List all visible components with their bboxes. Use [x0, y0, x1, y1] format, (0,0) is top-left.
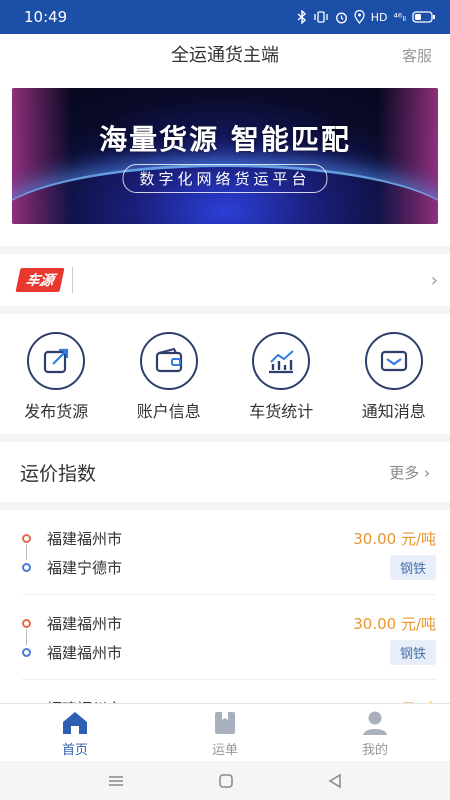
message-icon — [364, 332, 423, 390]
chevron-right-icon: › — [430, 269, 438, 291]
destination-dot-icon — [22, 563, 31, 572]
quick-action-stats[interactable]: 车货统计 — [225, 332, 338, 434]
vibrate-icon — [314, 11, 328, 23]
cargo-badge: 钢铁 — [389, 640, 436, 665]
banner-container: 海量货源 智能匹配 数字化网络货运平台 — [0, 74, 450, 246]
quick-action-label: 账户信息 — [136, 402, 201, 421]
freight-index-title: 运价指数 — [20, 462, 97, 485]
system-nav-bar — [0, 761, 450, 800]
route-connector — [26, 629, 27, 645]
route-connector — [26, 544, 27, 560]
menu-icon[interactable] — [107, 774, 125, 788]
route-price: 30.00 元/吨 — [353, 530, 436, 548]
hd-indicator: HD — [370, 10, 388, 24]
home-button-icon[interactable] — [218, 773, 234, 789]
tab-home[interactable]: 首页 — [0, 704, 150, 761]
status-time: 10:49 — [24, 8, 68, 26]
route-item[interactable]: 福建福州市 30.00 元/吨 福建宁德市 钢铁 — [22, 510, 436, 595]
quick-action-publish[interactable]: 发布货源 — [0, 332, 113, 434]
freight-index-more-link[interactable]: 更多 › — [389, 462, 430, 483]
quick-action-account[interactable]: 账户信息 — [113, 332, 226, 434]
bluetooth-icon — [297, 10, 306, 24]
origin-dot-icon — [22, 619, 31, 628]
route-list: 福建福州市 30.00 元/吨 福建宁德市 钢铁 福建福州市 30.00 元/吨… — [0, 510, 450, 735]
route-item[interactable]: 福建福州市 30.00 元/吨 福建福州市 钢铁 — [22, 595, 436, 680]
route-origin: 福建福州市 — [47, 615, 123, 633]
battery-icon — [412, 11, 435, 23]
location-icon — [354, 10, 365, 24]
network-indicator: ⁴⁶ₗₗ — [393, 10, 406, 24]
tab-waybill[interactable]: 运单 — [150, 704, 300, 761]
tab-profile[interactable]: 我的 — [300, 704, 450, 761]
car-source-row[interactable]: 车源 › — [0, 254, 450, 306]
profile-icon — [363, 711, 387, 735]
status-bar: 10:49 HD ⁴⁶ₗₗ — [0, 0, 450, 34]
quick-action-label: 通知消息 — [361, 402, 426, 421]
route-destination: 福建福州市 — [47, 644, 123, 662]
bottom-tab-bar: 首页 运单 我的 — [0, 703, 450, 761]
home-icon — [63, 712, 87, 734]
quick-action-label: 发布货源 — [24, 402, 89, 421]
car-source-divider — [72, 267, 73, 293]
quick-action-label: 车货统计 — [249, 402, 314, 421]
route-origin: 福建福州市 — [47, 530, 123, 548]
freight-index-header: 运价指数 更多 › — [0, 442, 450, 502]
status-icons: HD ⁴⁶ₗₗ — [297, 10, 436, 24]
promo-banner[interactable]: 海量货源 智能匹配 数字化网络货运平台 — [12, 88, 438, 224]
tab-label: 运单 — [211, 743, 238, 758]
cargo-badge: 钢铁 — [389, 555, 436, 580]
alarm-icon — [335, 12, 347, 23]
route-price: 30.00 元/吨 — [353, 615, 436, 633]
customer-service-button[interactable]: 客服 — [402, 45, 432, 66]
tab-label: 首页 — [61, 743, 88, 758]
car-source-tag: 车源 — [15, 268, 65, 292]
route-destination: 福建宁德市 — [47, 559, 123, 577]
waybill-icon — [215, 712, 235, 734]
origin-dot-icon — [22, 534, 31, 543]
page-title: 全运通货主端 — [171, 45, 279, 66]
banner-sub-text: 数字化网络货运平台 — [122, 164, 328, 193]
quick-actions-grid: 发布货源 账户信息 车货统计 通知消息 — [0, 314, 450, 434]
back-icon[interactable] — [327, 773, 343, 789]
destination-dot-icon — [22, 648, 31, 657]
wallet-icon — [139, 332, 198, 390]
title-bar: 全运通货主端 客服 — [0, 34, 450, 74]
chart-icon — [252, 332, 311, 390]
banner-main-text: 海量货源 智能匹配 — [99, 123, 351, 156]
publish-icon — [27, 332, 86, 390]
tab-label: 我的 — [361, 743, 388, 758]
quick-action-messages[interactable]: 通知消息 — [338, 332, 450, 434]
